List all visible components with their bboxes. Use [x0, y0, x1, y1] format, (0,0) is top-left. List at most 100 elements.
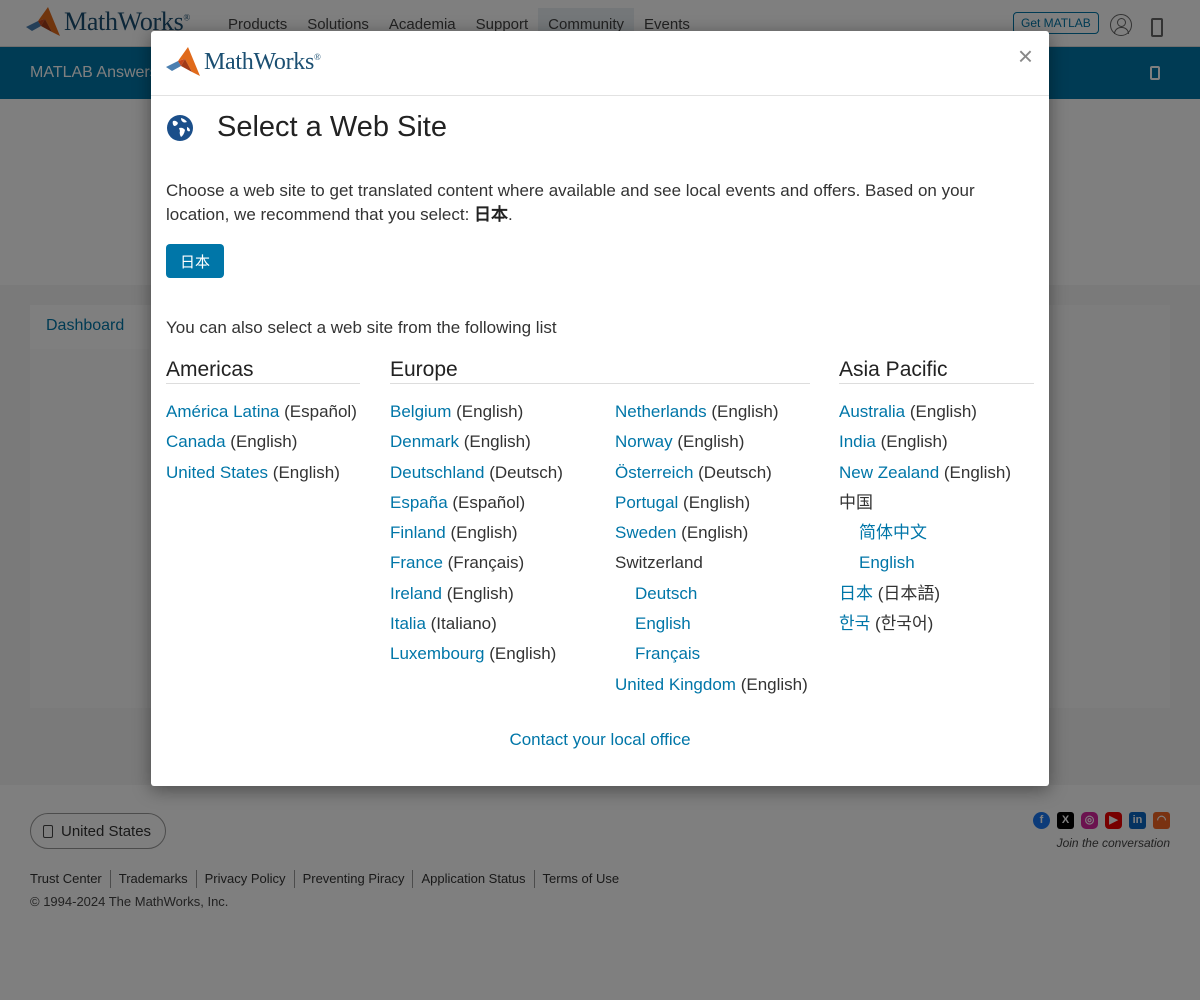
site-entry: Canada (English)	[166, 427, 357, 457]
site-entry: Portugal (English)	[615, 488, 808, 518]
site-entry: English	[839, 548, 1011, 578]
site-link[interactable]: Australia	[839, 402, 905, 421]
site-language: (English)	[735, 674, 808, 694]
site-link[interactable]: United Kingdom	[615, 675, 736, 694]
site-language: (English)	[445, 523, 518, 543]
site-entry: Australia (English)	[839, 397, 1011, 427]
site-language: (English)	[905, 402, 977, 421]
site-entry: Italia (Italiano)	[390, 609, 563, 639]
site-link[interactable]: América Latina	[166, 402, 279, 421]
region-title-asia-pacific: Asia Pacific	[839, 358, 1034, 384]
site-link[interactable]: Ireland	[390, 584, 442, 603]
site-language: (Español)	[279, 402, 357, 421]
site-entry: Français	[615, 639, 808, 669]
site-entry: 日本 (日本語)	[839, 579, 1011, 609]
site-language: (English)	[441, 583, 514, 603]
site-link[interactable]: España	[390, 493, 448, 512]
site-language: (English)	[458, 432, 531, 452]
site-link[interactable]: Norway	[615, 432, 673, 451]
site-link[interactable]: Portugal	[615, 493, 678, 512]
site-language: (Français)	[442, 553, 525, 573]
modal-logo: MathWorks®	[166, 46, 321, 78]
recommended-site-button[interactable]: 日本	[166, 244, 225, 278]
site-entry: Belgium (English)	[390, 397, 563, 427]
site-entry: Sweden (English)	[615, 518, 808, 548]
site-entry: América Latina (Español)	[166, 397, 357, 427]
site-link[interactable]: Finland	[390, 523, 446, 542]
site-entry: 한국 (한국어)	[839, 609, 1011, 639]
site-link[interactable]: Luxembourg	[390, 644, 485, 663]
region-title-europe: Europe	[390, 358, 810, 384]
site-link[interactable]: Italia	[390, 614, 426, 633]
site-entry: Luxembourg (English)	[390, 639, 563, 669]
site-language: (English)	[939, 462, 1011, 482]
modal-title-row: Select a Web Site	[166, 111, 447, 144]
site-entry: United Kingdom (English)	[615, 670, 808, 700]
site-entry: Switzerland	[615, 548, 808, 578]
recommended-site: 日本	[474, 205, 509, 224]
site-link[interactable]: English	[859, 553, 915, 572]
close-icon[interactable]: ×	[1018, 41, 1033, 72]
site-entry: 简体中文	[839, 518, 1011, 548]
site-language: (English)	[268, 462, 340, 482]
site-link[interactable]: Deutsch	[635, 584, 697, 603]
site-language: (한국어)	[870, 614, 934, 634]
modal-title: Select a Web Site	[217, 111, 447, 143]
site-language: (Italiano)	[425, 614, 497, 634]
site-link[interactable]: France	[390, 553, 443, 572]
site-list-intro: You can also select a web site from the …	[166, 318, 557, 337]
site-language: (English)	[678, 492, 751, 512]
site-link[interactable]: 简体中文	[859, 523, 927, 542]
site-language: (English)	[875, 432, 948, 452]
site-link[interactable]: Sweden	[615, 523, 676, 542]
site-link[interactable]: New Zealand	[839, 463, 939, 482]
site-link[interactable]: Österreich	[615, 463, 693, 482]
site-link[interactable]: Français	[635, 644, 700, 663]
site-list-europe-2: Netherlands (English) Norway (English) Öst…	[615, 397, 808, 700]
site-entry: Denmark (English)	[390, 427, 563, 457]
site-language: (Español)	[447, 492, 526, 512]
site-link[interactable]: United States	[166, 463, 268, 482]
select-website-modal: MathWorks® × Select a Web Site Choose a …	[151, 31, 1049, 786]
site-entry: Norway (English)	[615, 427, 808, 457]
site-link[interactable]: Belgium	[390, 402, 451, 421]
site-entry: Deutschland (Deutsch)	[390, 458, 563, 488]
region-asia-pacific: Asia Pacific	[839, 358, 1034, 384]
globe-icon	[167, 114, 193, 141]
site-link[interactable]: English	[635, 614, 691, 633]
site-entry: United States (English)	[166, 458, 357, 488]
membrane-logo-icon	[166, 47, 200, 76]
site-link[interactable]: Denmark	[390, 432, 459, 451]
site-language: (Deutsch)	[693, 462, 772, 482]
site-link[interactable]: 한국	[839, 614, 870, 633]
site-entry: Österreich (Deutsch)	[615, 458, 808, 488]
site-language: (日本語)	[873, 583, 941, 603]
site-group-label: Switzerland	[615, 553, 703, 573]
site-list-asia-pacific: Australia (English) India (English) New Ze…	[839, 397, 1011, 639]
contact-local-office-link[interactable]: Contact your local office	[151, 730, 1049, 750]
region-europe: Europe	[390, 358, 810, 384]
site-list-europe-1: Belgium (English) Denmark (English) Deutsc…	[390, 397, 563, 670]
site-entry: Deutsch	[615, 579, 808, 609]
site-entry: Finland (English)	[390, 518, 563, 548]
site-language: (English)	[672, 432, 745, 452]
region-americas: Americas	[166, 358, 360, 384]
site-link[interactable]: Netherlands	[615, 402, 707, 421]
site-entry: Netherlands (English)	[615, 397, 808, 427]
site-language: (English)	[706, 402, 779, 421]
site-language: (English)	[225, 432, 298, 452]
site-link[interactable]: Deutschland	[390, 463, 485, 482]
site-entry: New Zealand (English)	[839, 458, 1011, 488]
site-language: (English)	[484, 644, 557, 664]
site-entry: 中国	[839, 488, 1011, 518]
site-link[interactable]: India	[839, 432, 876, 451]
site-entry: India (English)	[839, 427, 1011, 457]
modal-header: MathWorks® ×	[151, 31, 1049, 96]
recommendation-text: Choose a web site to get translated cont…	[166, 181, 975, 224]
region-title-americas: Americas	[166, 358, 360, 384]
site-entry: English	[615, 609, 808, 639]
site-link[interactable]: Canada	[166, 432, 226, 451]
site-entry: España (Español)	[390, 488, 563, 518]
site-language: (English)	[451, 402, 524, 421]
site-link[interactable]: 日本	[839, 584, 873, 603]
